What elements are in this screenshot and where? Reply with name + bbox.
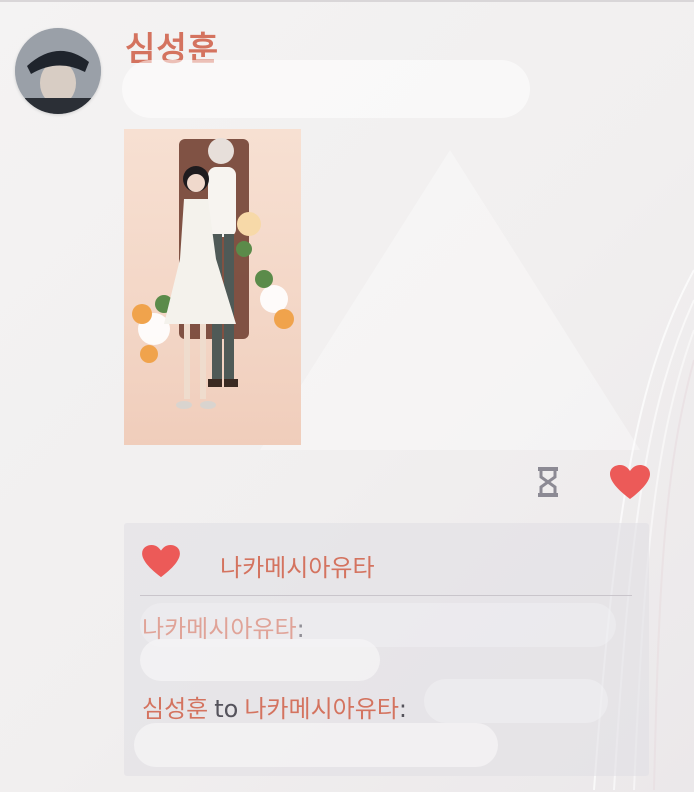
- avatar[interactable]: [15, 28, 101, 114]
- comment-author[interactable]: 심성훈: [142, 695, 208, 723]
- comment-2: 심성훈 to 나카메시아유타:: [142, 689, 407, 724]
- post-text-bubble: [122, 60, 530, 118]
- heart-icon: [142, 545, 180, 579]
- comment-colon: :: [398, 695, 407, 723]
- top-divider: [0, 0, 694, 2]
- couple-photo-illustration: [132, 138, 294, 409]
- like-heart-icon[interactable]: [610, 465, 650, 501]
- post-image[interactable]: [124, 129, 301, 445]
- avatar-portrait-icon: [15, 28, 101, 114]
- reply-to-word: to: [214, 695, 239, 723]
- reply-target[interactable]: 나카메시아유타: [244, 695, 399, 723]
- comment-bubble: [424, 679, 608, 723]
- liker-name[interactable]: 나카메시아유타: [220, 548, 375, 583]
- comment-divider: [140, 595, 632, 596]
- hourglass-icon[interactable]: [535, 465, 561, 499]
- comment-panel: 나카메시아유타 나카메시아유타: 심성훈to나카메시아유타:: [124, 523, 649, 776]
- comment-bubble: [140, 639, 380, 681]
- comment-bubble: [134, 723, 498, 767]
